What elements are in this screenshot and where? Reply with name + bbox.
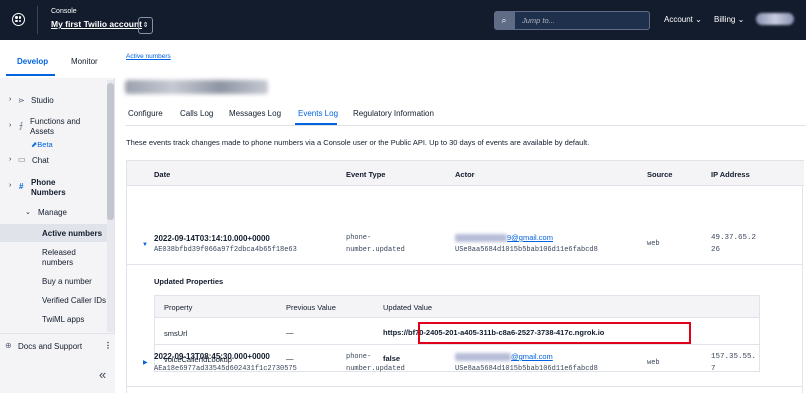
previous-value: — [286,354,294,363]
chevron-down-icon[interactable]: ⌄ [25,208,31,216]
functions-icon: ⨍ [19,121,24,130]
tab-configure[interactable]: Configure [128,109,163,118]
event-type: phone- [346,353,372,361]
collapse-sidebar-icon[interactable]: « [99,368,106,381]
redacted-email [455,234,507,243]
row-divider [127,264,802,265]
tab-develop-underline [6,74,55,76]
ip-address: 157.35.55. [711,353,757,361]
sidebar-item-released-numbers-line2[interactable]: numbers [42,258,73,268]
tabs-divider [125,125,806,126]
chevron-right-icon[interactable]: › [9,96,11,103]
sidebar-item-active-numbers[interactable]: Active numbers [42,229,102,239]
user-avatar[interactable] [756,13,794,25]
expand-row-icon[interactable]: ▶ [143,359,148,366]
events-description: These events track changes made to phone… [126,138,590,147]
sidebar-item-functions[interactable]: Functions and [30,117,80,127]
tab-messages-log[interactable]: Messages Log [229,109,281,118]
tab-events-log[interactable]: Events Log [298,109,338,118]
sidebar-scrollbar-thumb[interactable] [107,83,114,220]
tab-calls-log[interactable]: Calls Log [180,109,213,118]
event-date: 2022-09-13T08:45:30.000+0000 [154,352,270,361]
collapse-row-icon[interactable]: ▼ [142,242,148,248]
column-header-ip-address: IP Address [711,170,750,179]
sidebar-footer: ⊕ Docs and Support ⋮ « [0,333,115,393]
event-sid: AE038bfbd39f066a97f2dbca4b65f18e63 [154,246,297,254]
column-header-property: Property [164,303,193,312]
redacted-email [455,353,511,362]
updated-value: false [383,354,401,363]
studio-icon: ⋗ [18,96,25,105]
row-divider [127,386,802,387]
ip-address-line2: 26 [711,246,721,254]
jump-to-search-input[interactable] [514,11,650,30]
sidebar-item-verified-caller-ids[interactable]: Verified Caller IDs [42,296,106,306]
sidebar-item-phone-numbers[interactable]: Phone [31,178,55,188]
ip-address: 49.37.65.2 [711,234,757,242]
event-source: web [647,240,660,248]
sidebar-item-released-numbers[interactable]: Released [42,248,76,258]
topbar-divider [37,6,38,34]
updated-properties-header: Property Previous Value Updated Value [155,296,759,318]
updated-properties-title: Updated Properties [154,277,224,286]
search-icon[interactable]: ⌕ [494,11,514,30]
sidebar-item-manage[interactable]: Manage [38,208,67,218]
main-content: Active numbers Configure Calls Log Messa… [115,40,806,393]
actor-sid: USe8aa5684d1015b5bab106d11e6fabcd8 [455,365,598,373]
account-name-link[interactable]: My first Twilio account [51,19,142,29]
column-header-updated-value: Updated Value [383,303,433,312]
sidebar-item-studio[interactable]: Studio [31,96,54,106]
account-menu[interactable]: Account ⌄ [664,15,702,24]
sidebar-tabs: Develop Monitor [0,40,115,78]
actor-email-link[interactable]: @gmail.com [455,351,553,363]
tab-regulatory-information[interactable]: Regulatory Information [353,109,434,118]
inner-row-divider [155,344,759,345]
globe-icon: ⊕ [5,341,12,350]
event-type-line2: number.updated [346,246,405,254]
phone-numbers-icon: # [19,182,24,191]
top-navigation-bar: Console My first Twilio account ⇕ ⌕ Acco… [0,0,806,40]
console-label: Console [51,8,77,15]
column-header-previous-value: Previous Value [286,303,336,312]
event-source: web [647,359,660,367]
property-name: smsUrl [164,329,188,338]
column-header-source: Source [647,170,673,179]
highlight-box [418,322,691,344]
more-options-icon[interactable]: ⋮ [104,341,112,351]
actor-email-link[interactable]: 9@gmail.com [455,232,553,244]
page-title-redacted [125,80,268,94]
sidebar-item-phone-numbers-line2[interactable]: Numbers [31,188,66,198]
events-table-header: Date Event Type Actor Source IP Address [127,160,804,186]
tab-monitor[interactable]: Monitor [71,57,98,66]
tab-develop[interactable]: Develop [17,57,48,66]
previous-value: — [286,328,294,337]
beta-badge: ⬈Beta [31,140,53,149]
column-header-event-type: Event Type [346,170,386,179]
chevron-right-icon[interactable]: › [9,156,11,163]
column-header-actor: Actor [455,170,475,179]
actor-email-visible: @gmail.com [511,352,553,361]
sidebar-item-chat[interactable]: Chat [32,156,49,166]
sidebar-item-functions-line2[interactable]: Assets [30,127,54,137]
column-header-date: Date [154,170,171,179]
event-type-line2: number.updated [346,365,405,373]
ip-address-line2: 7 [711,365,716,373]
twilio-logo-icon[interactable] [12,13,25,26]
chat-icon: ▭ [18,155,26,164]
event-sid: AEa18e6977ad33545d602431f1c2730575 [154,365,297,373]
chevron-right-icon[interactable]: › [9,122,11,129]
actor-email-visible: 9@gmail.com [507,233,553,242]
billing-menu[interactable]: Billing ⌄ [714,15,744,24]
event-type: phone- [346,234,372,242]
events-table: Date Event Type Actor Source IP Address … [126,160,804,393]
sidebar: Develop Monitor › ⋗ Studio › ⨍ Functions… [0,40,115,393]
sidebar-item-twiml-apps[interactable]: TwiML apps [42,315,84,325]
breadcrumb-active-numbers[interactable]: Active numbers [126,53,171,60]
sidebar-item-buy-a-number[interactable]: Buy a number [42,277,92,287]
chevron-right-icon[interactable]: › [9,182,11,189]
account-switcher-icon[interactable]: ⇕ [138,17,153,34]
docs-and-support-link[interactable]: Docs and Support [18,342,82,352]
actor-sid: USe8aa5684d1015b5bab106d11e6fabcd8 [455,246,598,254]
